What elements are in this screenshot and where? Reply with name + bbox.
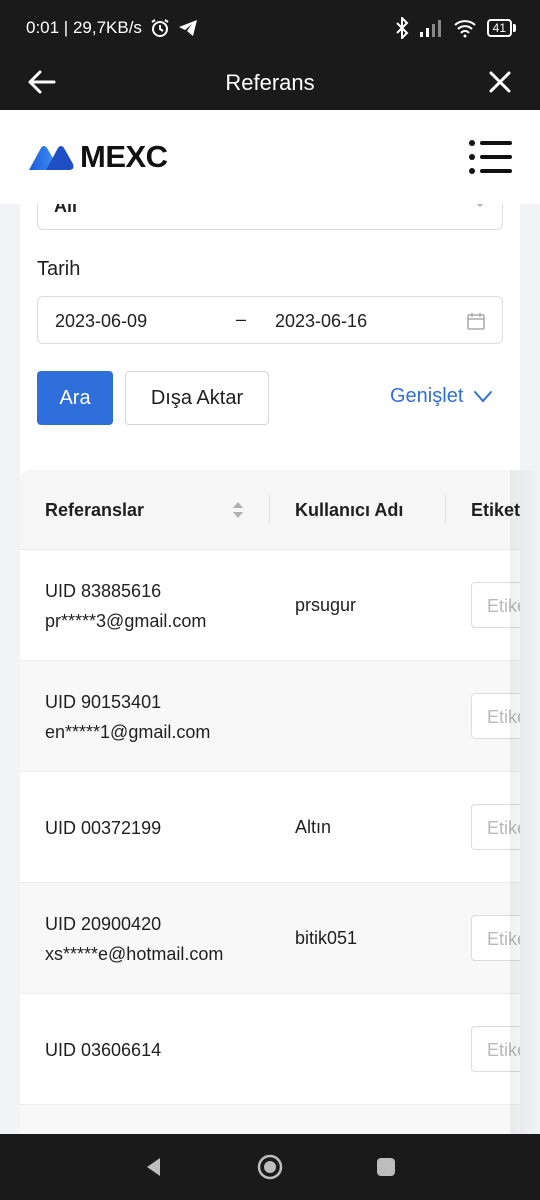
recents-square-icon[interactable]	[372, 1153, 400, 1181]
close-icon[interactable]	[484, 66, 516, 98]
referral-cell: UID 90153401 en*****1@gmail.com	[45, 687, 210, 747]
calendar-icon	[467, 313, 485, 330]
table-row: UID 20900420 xs*****e@hotmail.com bitik0…	[20, 883, 520, 994]
expand-label: Genişlet	[390, 385, 464, 407]
back-arrow-icon[interactable]	[26, 66, 58, 98]
app-bar: Referans	[0, 56, 540, 110]
username-cell: bitik051	[295, 928, 358, 948]
expand-toggle[interactable]: Genişlet	[390, 385, 493, 408]
referral-cell: UID 03606614	[45, 1035, 161, 1065]
signal-icon	[419, 20, 441, 37]
alarm-icon	[151, 19, 169, 37]
app-bar-title: Referans	[225, 70, 315, 95]
status-bar: 0:01 | 29,7KB/s 41	[0, 0, 540, 56]
referral-cell: UID 20900420 xs*****e@hotmail.com	[45, 909, 223, 969]
site-header: MEXC	[0, 110, 540, 204]
username-cell: prsugur	[295, 595, 357, 615]
horizontal-scroll-shadow	[510, 470, 540, 1134]
referral-uid: UID 00372199	[45, 818, 162, 838]
column-header-referrals[interactable]: Referanslar	[45, 500, 144, 521]
referral-uid: UID 20900420	[45, 914, 162, 934]
home-circle-icon[interactable]	[256, 1153, 284, 1181]
table-header: Referanslar Kullanıcı Adı Etiket	[20, 470, 520, 550]
logo-text: MEXC	[80, 139, 168, 174]
referral-email: xs*****e@hotmail.com	[45, 944, 224, 964]
table-row: UID 00372199 Altın Etiket	[20, 772, 520, 883]
sort-icon[interactable]	[232, 500, 244, 520]
status-select-value: All	[54, 204, 78, 216]
table-row: UID 83885616 pr*****3@gmail.com prsugur …	[20, 550, 520, 661]
date-end[interactable]: 2023-06-16	[275, 311, 367, 332]
column-divider	[269, 494, 270, 524]
wifi-icon	[453, 20, 476, 38]
table-row	[20, 1105, 520, 1134]
table-row: UID 90153401 en*****1@gmail.com Etiket	[20, 661, 520, 772]
referral-email: pr*****3@gmail.com	[45, 611, 207, 631]
system-nav-bar	[0, 1134, 540, 1200]
search-button[interactable]: Ara	[37, 371, 113, 425]
back-triangle-icon[interactable]	[140, 1153, 168, 1181]
referral-cell: UID 00372199	[45, 813, 161, 843]
date-start[interactable]: 2023-06-09	[55, 311, 147, 332]
referral-email: en*****1@gmail.com	[45, 722, 211, 742]
status-select[interactable]: All	[37, 204, 503, 230]
referrals-table: Referanslar Kullanıcı Adı Etiket UID 838…	[20, 470, 520, 1134]
chevron-down-icon	[474, 390, 493, 403]
page-content: All Tarih 2023-06-09 – 2023-06-16 Ara Dı…	[0, 204, 540, 1134]
bluetooth-icon	[395, 17, 409, 39]
battery-level: 41	[486, 19, 512, 37]
status-left: 0:01 | 29,7KB/s	[26, 18, 198, 38]
column-divider	[445, 494, 446, 524]
username-cell: Altın	[295, 817, 332, 837]
table-row: UID 03606614 Etiket	[20, 994, 520, 1105]
date-separator: –	[236, 309, 247, 329]
column-header-username: Kullanıcı Adı	[295, 500, 404, 520]
telegram-icon	[178, 20, 197, 36]
menu-icon[interactable]	[468, 139, 512, 175]
date-range-picker[interactable]: 2023-06-09 – 2023-06-16	[37, 296, 503, 344]
chevron-down-icon	[476, 204, 484, 208]
referral-uid: UID 90153401	[45, 692, 162, 712]
referral-uid: UID 03606614	[45, 1040, 162, 1060]
export-button[interactable]: Dışa Aktar	[125, 371, 269, 425]
referral-uid: UID 83885616	[45, 581, 162, 601]
battery-icon: 41	[486, 19, 516, 37]
referral-cell: UID 83885616 pr*****3@gmail.com	[45, 576, 206, 636]
date-label: Tarih	[37, 258, 81, 280]
status-right: 41	[395, 17, 516, 39]
status-time-speed: 0:01 | 29,7KB/s	[26, 18, 142, 37]
mexc-mark-icon	[29, 146, 74, 170]
mexc-logo[interactable]: MEXC	[28, 139, 168, 175]
